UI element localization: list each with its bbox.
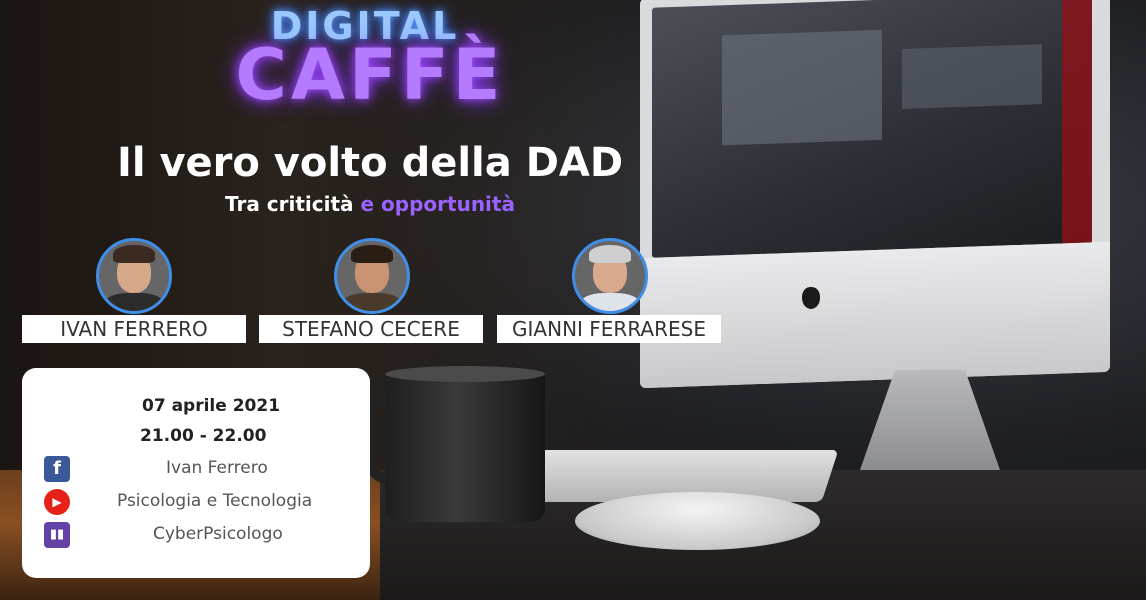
subtitle-part1: Tra criticità (225, 192, 354, 216)
event-time: 21.00 - 22.00 (140, 426, 267, 446)
speaker-name: STEFANO CECERE (259, 315, 483, 343)
speaker-name: IVAN FERRERO (22, 315, 246, 343)
mouse (575, 492, 820, 550)
brand-bottom: CAFFÈ (235, 34, 505, 116)
screen-window (902, 44, 1042, 110)
screen-red-edge (1062, 0, 1092, 244)
screen-window (722, 29, 882, 146)
imac-screen (652, 0, 1092, 258)
event-title: Il vero volto della DAD (116, 140, 624, 186)
facebook-icon: f (44, 456, 70, 482)
social-label: CyberPsicologo (153, 524, 283, 544)
avatar (334, 238, 410, 314)
apple-logo-icon (802, 287, 820, 309)
avatar (96, 238, 172, 314)
imac-stand (860, 370, 1000, 470)
avatar (572, 238, 648, 314)
twitch-icon: ▮▮ (44, 522, 70, 548)
youtube-icon: ▶ (44, 489, 70, 515)
social-label: Ivan Ferrero (166, 458, 268, 478)
event-info-card: 07 aprile 2021 21.00 - 22.00 f Ivan Ferr… (22, 368, 370, 578)
social-link-youtube[interactable]: ▶ Psicologia e Tecnologia (44, 489, 364, 519)
event-subtitle: Tra criticità e opportunità (150, 192, 590, 216)
coffee-mug (385, 372, 545, 522)
social-link-twitch[interactable]: ▮▮ CyberPsicologo (44, 522, 364, 552)
event-date: 07 aprile 2021 (142, 396, 281, 416)
social-label: Psicologia e Tecnologia (117, 491, 313, 511)
subtitle-part2: e opportunità (360, 192, 515, 216)
event-poster: DIGITAL CAFFÈ Il vero volto della DAD Tr… (0, 0, 1146, 600)
coffee-mug-rim (385, 366, 545, 382)
speaker-name: GIANNI FERRARESE (497, 315, 721, 343)
social-link-facebook[interactable]: f Ivan Ferrero (44, 456, 364, 486)
